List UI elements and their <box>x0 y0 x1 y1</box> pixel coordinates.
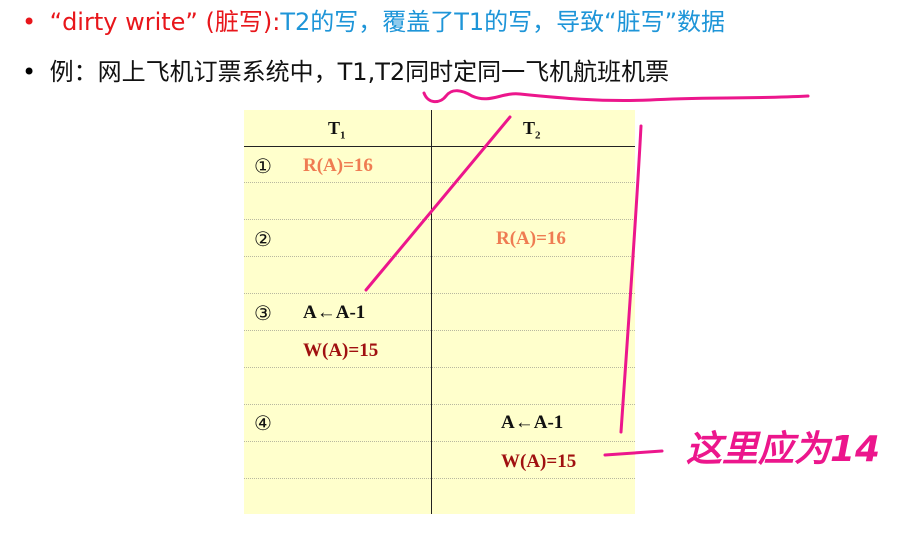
example-prefix: 例：网上飞机订票系统中， <box>49 58 338 86</box>
t1-compute-op: A←A-1 <box>303 302 366 323</box>
t2-compute-op: A←A-1 <box>501 412 564 433</box>
transaction-schedule-table: T1 T2 ① ② ③ ④ R(A)=16 R(A)=16 A←A-1 W(A)… <box>244 110 635 514</box>
step-3-marker: ③ <box>254 301 272 325</box>
bullet-example: • 例：网上飞机订票系统中，T1,T2同时定同一飞机航班机票 <box>22 55 669 89</box>
row-divider <box>244 441 635 442</box>
t2-write-op: W(A)=15 <box>501 451 577 472</box>
row-divider <box>244 256 635 257</box>
row-divider <box>244 478 635 479</box>
header-t2: T2 <box>523 118 541 142</box>
handwritten-note: 这里应为14 <box>686 429 881 470</box>
t1-write-op: W(A)=15 <box>303 340 379 361</box>
row-divider <box>244 293 635 294</box>
dirty-write-term: “dirty write” (脏写): <box>49 8 281 36</box>
t1-read-op: R(A)=16 <box>303 155 373 176</box>
example-suffix: 同时定同一飞机航班机票 <box>405 58 670 86</box>
bullet-marker: • <box>22 58 37 86</box>
header-divider <box>244 146 635 147</box>
row-divider <box>244 182 635 183</box>
row-divider <box>244 404 635 405</box>
bullet-marker: • <box>22 8 37 36</box>
column-divider <box>431 110 432 514</box>
underline-wave-annotation <box>422 89 810 104</box>
dirty-write-description: T2的写，覆盖了T1的写，导致“脏写”数据 <box>280 8 726 36</box>
row-divider <box>244 367 635 368</box>
step-1-marker: ① <box>254 154 272 178</box>
bullet-dirty-write: • “dirty write” (脏写):T2的写，覆盖了T1的写，导致“脏写”… <box>22 5 725 39</box>
row-divider <box>244 330 635 331</box>
t2-read-op: R(A)=16 <box>496 228 566 249</box>
step-2-marker: ② <box>254 227 272 251</box>
row-divider <box>244 219 635 220</box>
example-subject: T1,T2 <box>337 58 406 86</box>
step-4-marker: ④ <box>254 411 272 435</box>
header-t1: T1 <box>328 118 346 142</box>
